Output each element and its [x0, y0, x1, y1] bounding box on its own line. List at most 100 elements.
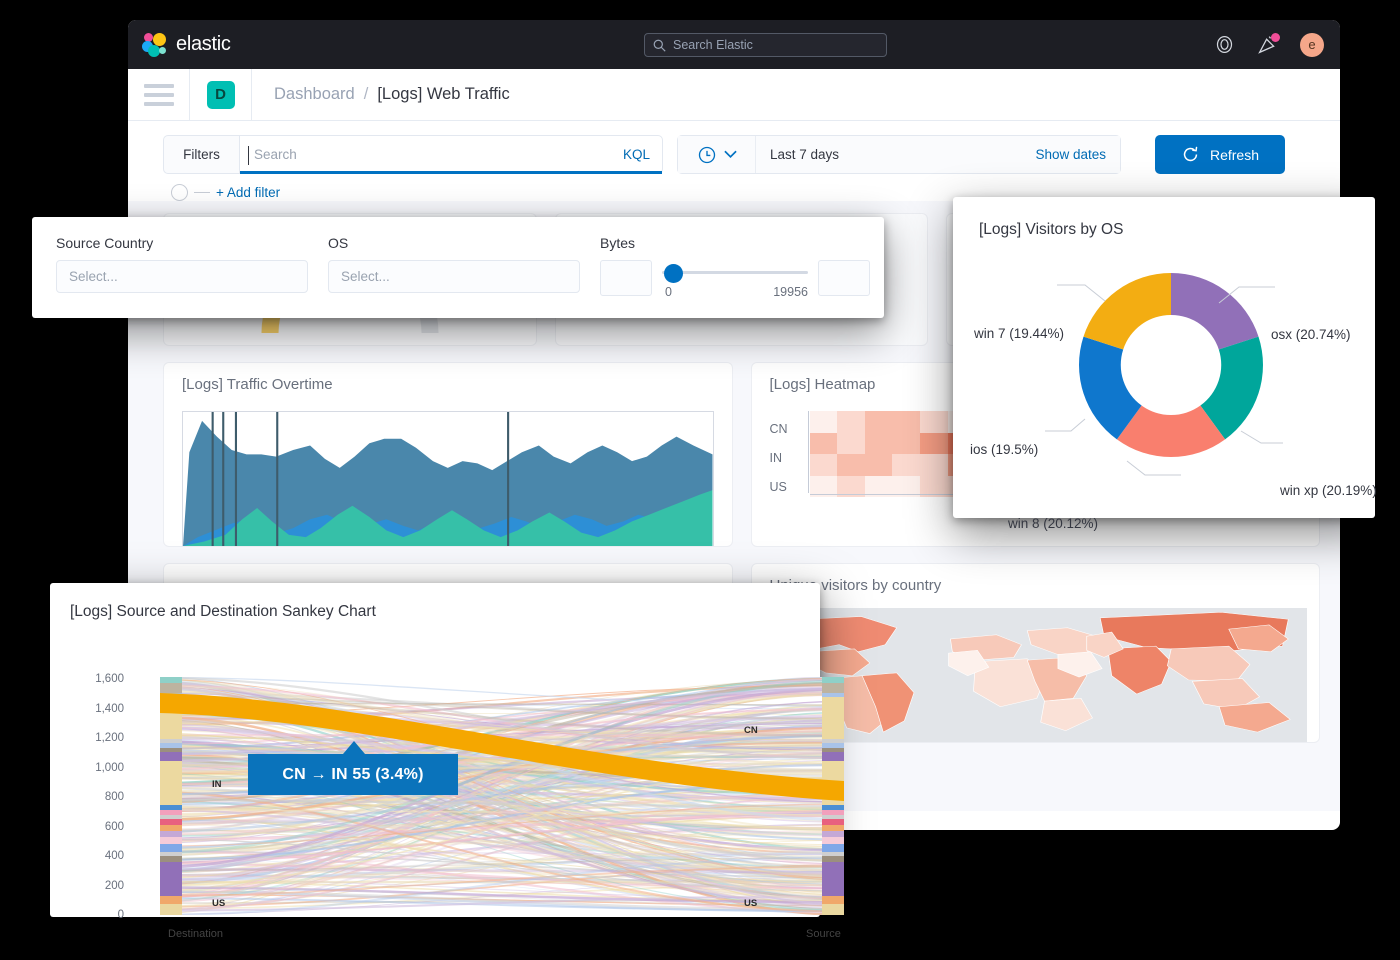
sankey-node-segment[interactable]	[822, 819, 844, 825]
heatmap-cell[interactable]	[892, 411, 920, 433]
global-search-placeholder: Search Elastic	[673, 38, 753, 52]
filters-button[interactable]: Filters	[163, 135, 239, 174]
help-icon[interactable]	[1214, 34, 1235, 55]
announcement-icon[interactable]	[1257, 34, 1278, 55]
heatmap-cell[interactable]	[920, 411, 948, 433]
heatmap-row-label-cn: CN	[770, 415, 788, 444]
bytes-slider[interactable]: 0 19956	[662, 260, 808, 296]
breadcrumb-bar: D Dashboard / [Logs] Web Traffic	[128, 69, 1340, 121]
heatmap-cell[interactable]	[865, 454, 893, 476]
sankey-node-segment[interactable]	[160, 852, 182, 856]
sankey-node-segment[interactable]	[822, 837, 844, 844]
header-actions: e	[1214, 20, 1324, 69]
heatmap-cell[interactable]	[837, 411, 865, 433]
heatmap-cell[interactable]	[810, 411, 838, 433]
heatmap-cell[interactable]	[837, 454, 865, 476]
donut-svg	[953, 239, 1375, 499]
global-header: elastic Search Elastic	[128, 20, 1340, 69]
sankey-node-segment[interactable]	[160, 677, 182, 683]
search-icon	[653, 39, 666, 52]
panel-traffic-overtime[interactable]: [Logs] Traffic Overtime	[163, 362, 733, 547]
sankey-node-segment[interactable]	[160, 825, 182, 831]
heatmap-cell[interactable]	[810, 454, 838, 476]
sankey-node-segment[interactable]	[160, 743, 182, 748]
add-filter-button[interactable]: + Add filter	[216, 185, 280, 200]
menu-toggle-icon[interactable]	[128, 69, 190, 121]
sankey-node-segment[interactable]	[160, 896, 182, 904]
sankey-node-segment[interactable]	[822, 896, 844, 904]
heatmap-cell[interactable]	[892, 454, 920, 476]
sankey-node-segment[interactable]	[160, 815, 182, 819]
heatmap-column[interactable]	[810, 411, 838, 497]
sankey-node-segment[interactable]	[160, 862, 182, 896]
control-source-country: Source Country Select...	[56, 235, 308, 318]
show-dates-button[interactable]: Show dates	[1035, 147, 1106, 162]
sankey-node-segment[interactable]	[822, 697, 844, 739]
sankey-node-segment[interactable]	[822, 844, 844, 852]
breadcrumb-dashboard[interactable]: Dashboard	[274, 85, 355, 104]
heatmap-cell[interactable]	[865, 411, 893, 433]
sankey-node-segment[interactable]	[160, 748, 182, 752]
heatmap-column[interactable]	[920, 411, 948, 497]
time-range-display[interactable]: Last 7 days Show dates	[756, 136, 1120, 173]
sankey-node-segment[interactable]	[822, 805, 844, 810]
bytes-max-input[interactable]	[818, 260, 870, 296]
elastic-logo[interactable]: elastic	[128, 33, 231, 57]
refresh-button[interactable]: Refresh	[1155, 135, 1285, 174]
avatar[interactable]: e	[1300, 33, 1324, 57]
os-select[interactable]: Select...	[328, 260, 580, 293]
heatmap-cell[interactable]	[892, 433, 920, 455]
sankey-node-segment[interactable]	[160, 739, 182, 743]
slider-thumb[interactable]	[664, 264, 683, 283]
sankey-node-segment[interactable]	[822, 815, 844, 819]
panel-title-sankey: [Logs] Source and Destination Sankey Cha…	[50, 583, 820, 621]
source-country-select[interactable]: Select...	[56, 260, 308, 293]
sankey-node-segment[interactable]	[822, 693, 844, 697]
sankey-node-segment[interactable]	[822, 852, 844, 856]
query-bar-left: Filters Search KQL + Add filter	[163, 135, 663, 201]
sankey-node-segment[interactable]	[822, 739, 844, 743]
sankey-y-tick: 400	[70, 850, 124, 880]
sankey-node-segment[interactable]	[822, 752, 844, 761]
sankey-node-segment[interactable]	[822, 856, 844, 862]
sankey-node-segment[interactable]	[822, 831, 844, 837]
elastic-logo-icon	[142, 33, 168, 57]
heatmap-cell[interactable]	[920, 454, 948, 476]
sankey-node-segment[interactable]	[822, 748, 844, 752]
heatmap-column[interactable]	[892, 411, 920, 497]
sankey-node-segment[interactable]	[160, 837, 182, 844]
sankey-node-segment[interactable]	[160, 810, 182, 815]
sankey-node-segment[interactable]	[822, 677, 844, 683]
sankey-y-axis: 1,6001,4001,2001,0008006004002000	[70, 673, 124, 939]
sankey-node-segment[interactable]	[160, 844, 182, 852]
sankey-node-segment[interactable]	[160, 904, 182, 915]
sankey-node-segment[interactable]	[160, 805, 182, 810]
search-input-placeholder: Search	[250, 147, 297, 162]
sankey-node-segment[interactable]	[822, 810, 844, 815]
search-input[interactable]: Search KQL	[239, 135, 663, 174]
sankey-node-segment[interactable]	[160, 831, 182, 837]
global-search-input[interactable]: Search Elastic	[644, 33, 887, 57]
slice-osx	[1171, 273, 1259, 350]
bytes-min-input[interactable]	[600, 260, 652, 296]
heatmap-cell[interactable]	[920, 433, 948, 455]
sankey-node-segment[interactable]	[822, 743, 844, 748]
heatmap-column[interactable]	[865, 411, 893, 497]
sankey-node-segment[interactable]	[160, 752, 182, 761]
heatmap-cell[interactable]	[837, 433, 865, 455]
sankey-node-segment[interactable]	[160, 683, 182, 693]
heatmap-cell[interactable]	[810, 433, 838, 455]
sankey-node-segment[interactable]	[822, 904, 844, 915]
sankey-node-segment[interactable]	[822, 683, 844, 693]
sankey-node-segment[interactable]	[822, 862, 844, 896]
heatmap-cell[interactable]	[865, 433, 893, 455]
sankey-node-segment[interactable]	[160, 819, 182, 825]
refresh-label: Refresh	[1210, 147, 1259, 163]
time-picker-quick-menu[interactable]	[678, 136, 756, 173]
sankey-y-tick: 1,400	[70, 703, 124, 733]
heatmap-column[interactable]	[837, 411, 865, 497]
sankey-node-segment[interactable]	[822, 825, 844, 831]
query-language-button[interactable]: KQL	[623, 147, 650, 162]
sankey-node-segment[interactable]	[160, 856, 182, 862]
sankey-node-segment[interactable]	[160, 761, 182, 805]
